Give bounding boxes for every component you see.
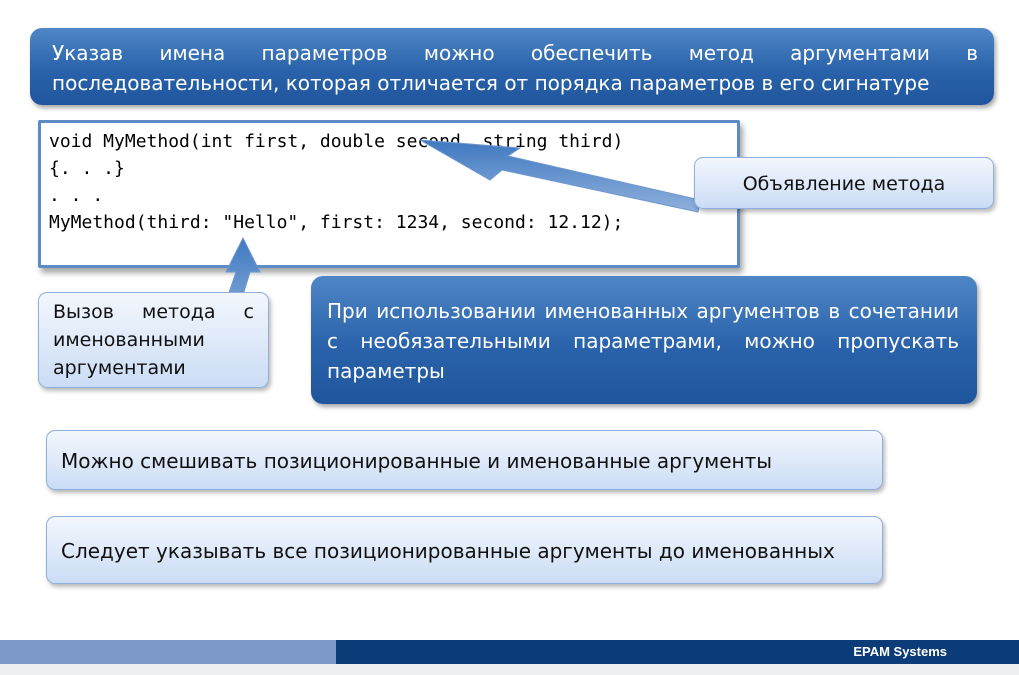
footer-bar-right: EPAM Systems <box>336 640 1019 664</box>
company-name: EPAM Systems <box>853 644 947 659</box>
declaration-arrow <box>419 139 701 213</box>
call-callout: Вызов метода с именованными аргументами <box>38 292 269 388</box>
declaration-callout: Объявление метода <box>694 157 994 209</box>
mix-arguments-banner: Можно смешивать позиционированные и имен… <box>46 430 883 490</box>
footer-strip <box>0 664 1019 675</box>
optional-params-banner: При использовании именованных аргументов… <box>311 276 977 404</box>
footer-bar-left <box>0 640 336 664</box>
order-arguments-banner: Следует указывать все позиционированные … <box>46 516 883 584</box>
